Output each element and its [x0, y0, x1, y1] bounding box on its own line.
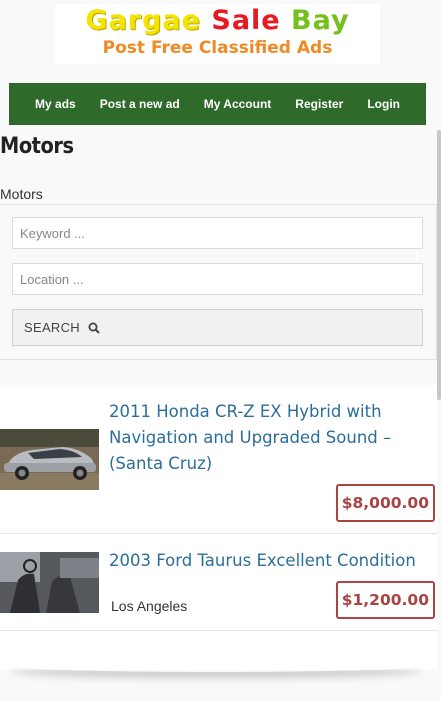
site-logo[interactable]: Gargae Sale Bay Post Free Classified Ads	[55, 4, 380, 64]
listing-thumbnail[interactable]	[0, 429, 99, 490]
location-input[interactable]	[12, 263, 423, 295]
search-icon	[88, 322, 100, 334]
logo-tagline: Post Free Classified Ads	[102, 38, 333, 58]
listing-price: $8,000.00	[335, 484, 435, 522]
scrollbar[interactable]	[437, 130, 441, 400]
breadcrumb[interactable]: Motors	[0, 186, 43, 202]
listing-thumbnail[interactable]	[0, 552, 99, 613]
page-title: Motors	[0, 134, 74, 159]
listing-item: 2011 Honda CR-Z EX Hybrid with Navigatio…	[0, 385, 437, 534]
car-interior-photo	[0, 552, 99, 613]
nav-register[interactable]: Register	[295, 97, 343, 111]
silver-hatchback-photo	[0, 429, 99, 490]
logo-word-3: Bay	[291, 5, 350, 36]
search-panel: SEARCH	[0, 204, 437, 360]
listing-location: Los Angeles	[111, 598, 188, 614]
keyword-input[interactable]	[12, 217, 423, 249]
listing-item: 2003 Ford Taurus Excellent Condition Los…	[0, 534, 437, 631]
nav-my-account[interactable]: My Account	[204, 97, 272, 111]
logo-word-2: Sale	[211, 5, 281, 36]
search-button-label: SEARCH	[24, 320, 80, 335]
logo-word-1: Gargae	[85, 5, 201, 36]
nav-post-ad[interactable]: Post a new ad	[100, 97, 180, 111]
page: Gargae Sale Bay Post Free Classified Ads…	[0, 0, 441, 701]
listing-title[interactable]: 2003 Ford Taurus Excellent Condition	[109, 548, 429, 574]
footer-shadow-divider	[10, 660, 422, 672]
nav-my-ads[interactable]: My ads	[35, 97, 76, 111]
nav-login[interactable]: Login	[367, 97, 400, 111]
listing-price: $1,200.00	[335, 581, 435, 619]
search-button[interactable]: SEARCH	[12, 309, 423, 346]
listing-title[interactable]: 2011 Honda CR-Z EX Hybrid with Navigatio…	[109, 399, 429, 477]
main-nav: My ads Post a new ad My Account Register…	[9, 83, 426, 125]
listing-list: 2011 Honda CR-Z EX Hybrid with Navigatio…	[0, 385, 437, 670]
logo-title: Gargae Sale Bay	[55, 4, 380, 38]
